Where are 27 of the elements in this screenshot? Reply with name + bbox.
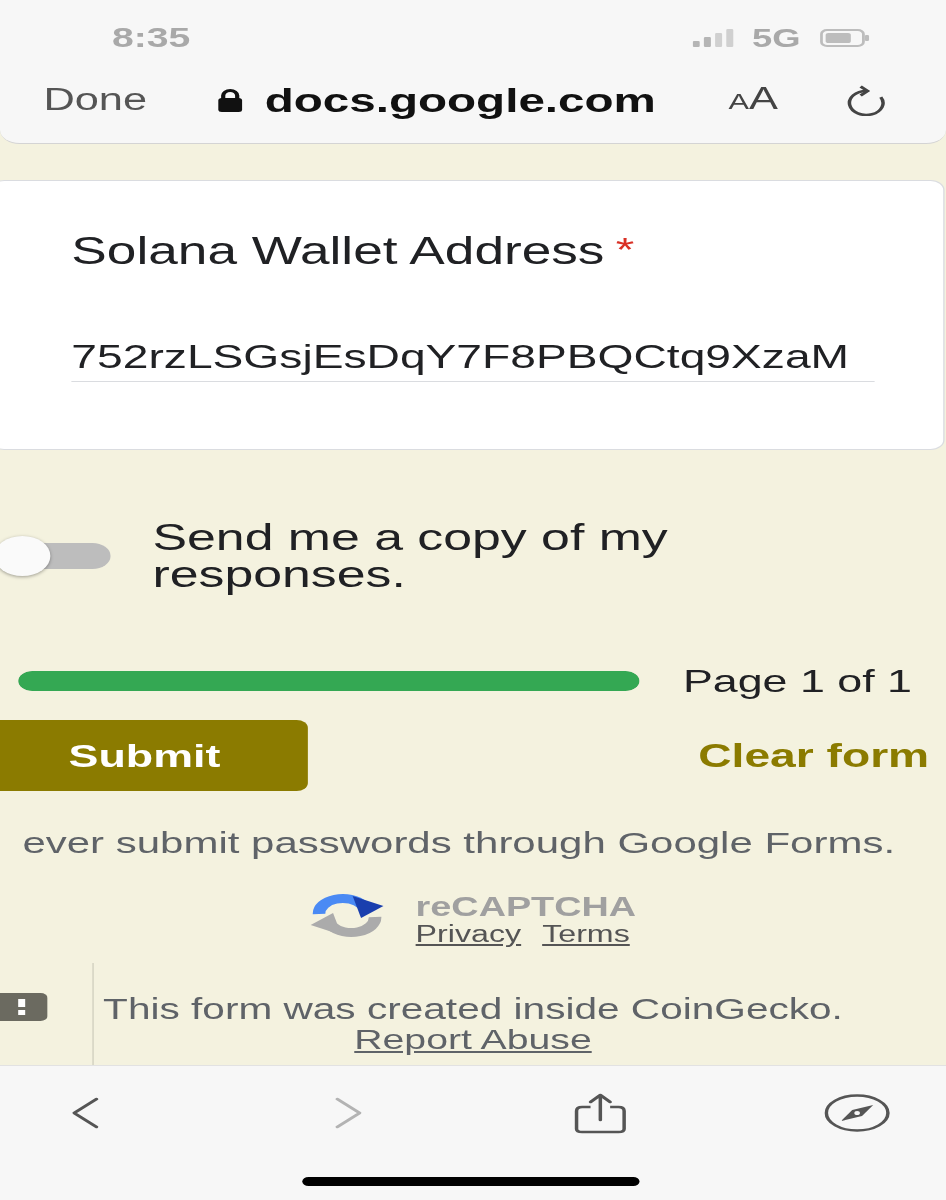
signal-bars-icon bbox=[693, 29, 736, 47]
done-button[interactable]: Done bbox=[43, 82, 148, 118]
url-text[interactable]: docs.google.com bbox=[264, 80, 656, 120]
toggle-switch[interactable] bbox=[0, 536, 111, 576]
status-time: 8:35 bbox=[111, 22, 191, 54]
policy-link[interactable]: Privacy bbox=[415, 921, 522, 947]
password-warning: ever submit passwords through Google Forms. bbox=[22, 826, 896, 860]
exclamation-icon[interactable] bbox=[0, 993, 48, 1021]
report-abuse-link[interactable]: Report Abuse bbox=[354, 1025, 592, 1055]
question-title: Solana Wallet Address bbox=[71, 229, 605, 273]
submit-button[interactable]: Submit bbox=[0, 720, 308, 791]
creator-note: This form was created inside CoinGecko. bbox=[103, 993, 843, 1025]
compass-icon[interactable] bbox=[824, 1094, 890, 1132]
send-copy-label: Send me a copy of my responses. bbox=[152, 519, 669, 593]
text-size-button[interactable]: AA bbox=[728, 80, 779, 120]
battery-icon bbox=[820, 29, 871, 47]
refresh-icon[interactable] bbox=[845, 84, 888, 116]
required-mark: * bbox=[615, 229, 635, 269]
lock-icon bbox=[217, 88, 244, 112]
circular-arrows-icon bbox=[309, 893, 385, 938]
page-indicator: Page 1 of 1 bbox=[682, 663, 912, 699]
clear-form-button[interactable]: Clear form bbox=[698, 736, 930, 775]
policy-link[interactable]: Terms bbox=[542, 921, 630, 947]
share-icon[interactable] bbox=[572, 1092, 629, 1134]
address-input[interactable]: 752rzLSGsjEsDqY7F8PBQCtq9XzaM bbox=[71, 332, 875, 382]
network-label: 5G bbox=[751, 23, 801, 53]
recaptcha-label: reCAPTCHA bbox=[415, 893, 637, 921]
